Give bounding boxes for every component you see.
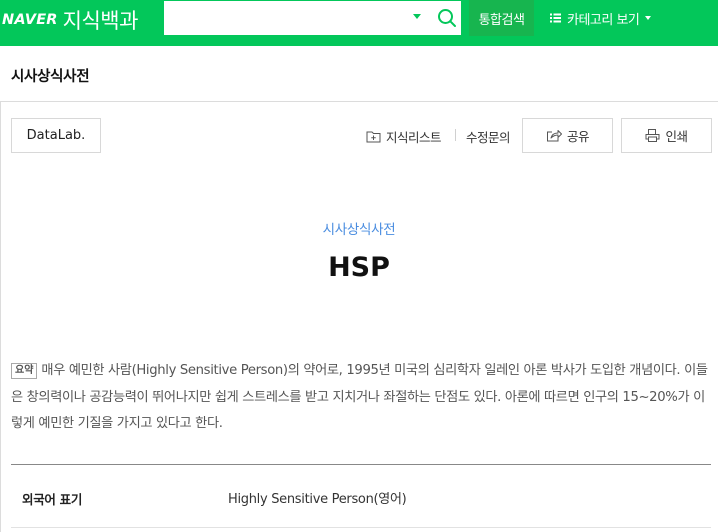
search-icon xyxy=(438,9,456,27)
naver-brand[interactable]: NAVER xyxy=(2,12,58,28)
dictionary-name[interactable]: 시사상식사전 xyxy=(11,65,90,86)
summary-text: 매우 예민한 사람(Highly Sensitive Person)의 약어로,… xyxy=(11,363,708,431)
share-button[interactable]: 공유 xyxy=(522,118,613,153)
naver-logo[interactable]: NAVER 지식백과 xyxy=(2,6,138,34)
search-button[interactable] xyxy=(435,6,459,30)
info-table-top-border xyxy=(11,464,711,465)
print-button[interactable]: 인쇄 xyxy=(621,118,712,153)
search-input[interactable] xyxy=(164,1,404,35)
print-label: 인쇄 xyxy=(665,129,688,144)
knowledge-list-button[interactable]: 지식리스트 xyxy=(366,127,442,146)
list-icon xyxy=(550,13,561,23)
knowledge-list-label: 지식리스트 xyxy=(386,130,442,145)
chevron-down-icon[interactable] xyxy=(413,14,421,19)
entry-title: HSP xyxy=(328,252,390,283)
search-box xyxy=(163,0,462,36)
service-name[interactable]: 지식백과 xyxy=(63,5,139,35)
chevron-down-icon xyxy=(645,16,652,20)
summary-badge: 요약 xyxy=(11,363,38,379)
category-view-button[interactable]: 카테고리 보기 xyxy=(550,0,652,36)
entry-summary: 요약 매우 예민한 사람(Highly Sensitive Person)의 약어… xyxy=(11,358,711,438)
dictionary-bar: 시사상식사전 xyxy=(0,46,718,102)
info-value-foreign-notation: Highly Sensitive Person(영어) xyxy=(228,492,407,507)
share-label: 공유 xyxy=(566,129,590,144)
category-view-label: 카테고리 보기 xyxy=(567,12,640,28)
top-header: NAVER 지식백과 통합검색 카테고리 보기 xyxy=(0,0,718,46)
info-label-foreign-notation: 외국어 표기 xyxy=(22,492,83,507)
print-icon xyxy=(645,129,660,142)
datalab-button[interactable]: DataLab. xyxy=(11,118,101,153)
edit-inquiry-link[interactable]: 수정문의 xyxy=(466,127,511,146)
share-icon xyxy=(546,130,562,142)
content-border xyxy=(0,102,1,532)
toolbar-divider xyxy=(455,129,456,141)
entry-source[interactable]: 시사상식사전 xyxy=(0,218,718,238)
add-folder-icon xyxy=(366,131,381,143)
unified-search-button[interactable]: 통합검색 xyxy=(469,0,534,36)
info-row-divider xyxy=(11,527,711,528)
